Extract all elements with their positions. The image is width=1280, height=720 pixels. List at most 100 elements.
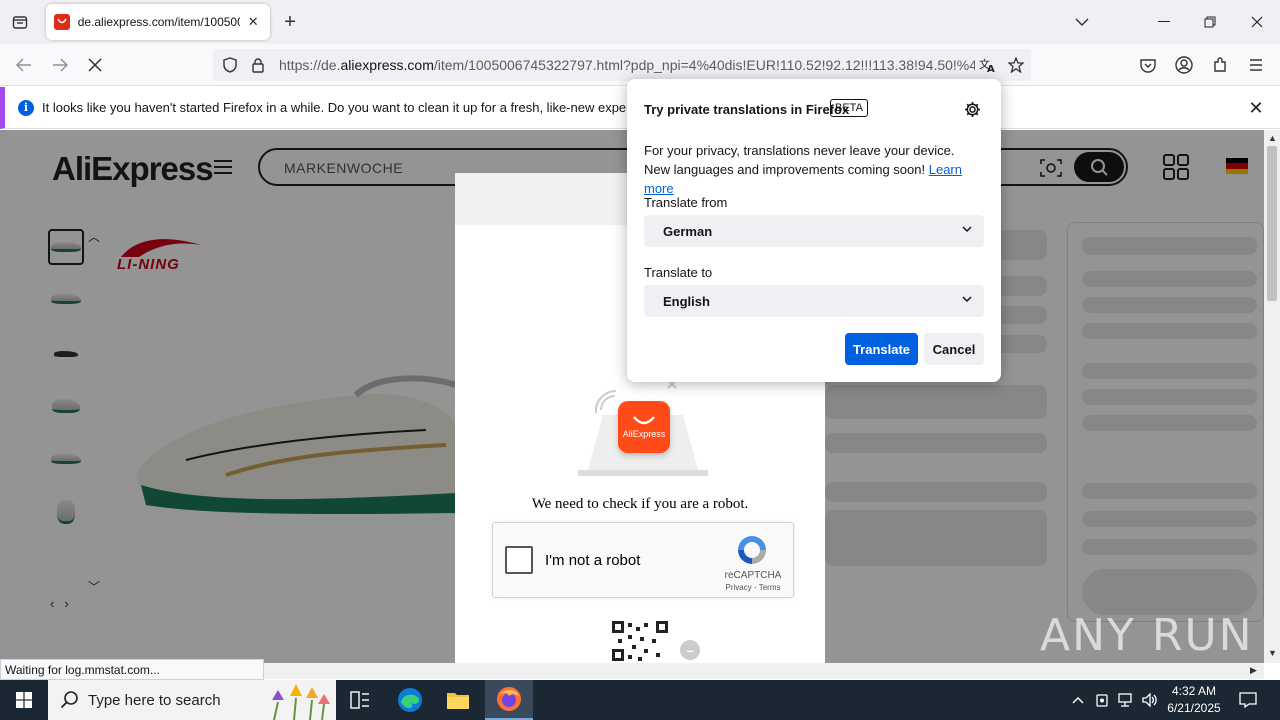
browser-tab[interactable]: de.aliexpress.com/item/100500 ✕ [46, 4, 270, 40]
info-icon: i [18, 99, 34, 116]
new-tab-icon[interactable]: + [280, 12, 300, 32]
chevron-down-icon[interactable]: ﹀ [88, 578, 100, 595]
qr-code-icon[interactable] [1163, 154, 1189, 180]
lock-icon[interactable] [247, 54, 269, 76]
task-view-icon[interactable] [336, 680, 384, 720]
product-shoe-image[interactable] [126, 365, 456, 515]
tab-bar: de.aliexpress.com/item/100500 ✕ + [0, 0, 1280, 44]
security-tray-icon[interactable] [1092, 690, 1112, 710]
url-text[interactable]: https://de.aliexpress.com/item/100500674… [279, 57, 975, 73]
chevron-right-icon[interactable]: › [64, 596, 78, 611]
chevron-up-icon[interactable]: ︿ [88, 228, 100, 245]
notification-center-icon[interactable] [1238, 690, 1258, 710]
vertical-scrollbar[interactable]: ▲ ▼ [1264, 130, 1280, 663]
logo-text: AliExpress [52, 150, 214, 187]
minus-icon[interactable]: – [680, 640, 700, 660]
translation-title: Try private translations in Firefox [644, 102, 850, 117]
extensions-icon[interactable] [1209, 54, 1231, 76]
thumbnail[interactable] [48, 441, 84, 477]
edge-browser-icon[interactable] [386, 680, 434, 720]
horizontal-scrollbar[interactable]: ▶ [264, 663, 1264, 679]
bookmark-star-icon[interactable] [1005, 54, 1027, 76]
shield-icon[interactable] [219, 54, 241, 76]
thumbnail[interactable] [48, 336, 84, 372]
german-flag-icon[interactable] [1226, 158, 1248, 174]
close-tab-icon[interactable]: ✕ [244, 13, 262, 31]
firefox-icon[interactable] [485, 680, 533, 720]
stop-loading-icon[interactable] [84, 54, 106, 76]
thumbnail[interactable] [48, 494, 84, 530]
network-icon[interactable] [1116, 690, 1136, 710]
hamburger-menu-icon[interactable] [214, 160, 232, 174]
scroll-up-icon[interactable]: ▲ [1268, 133, 1277, 143]
back-arrow-icon[interactable] [13, 54, 35, 76]
tab-title: de.aliexpress.com/item/100500 [77, 15, 241, 29]
translate-to-label: Translate to [644, 265, 713, 280]
thumbnail[interactable] [48, 281, 84, 317]
chevron-down-icon [962, 226, 972, 233]
taskbar-search-placeholder: Type here to search [88, 691, 221, 709]
close-window-icon[interactable] [1247, 12, 1267, 32]
thumbnail[interactable] [48, 229, 84, 265]
account-icon[interactable] [1173, 54, 1195, 76]
tulip-flowers-icon [272, 684, 330, 720]
translate-from-select[interactable]: German [644, 215, 984, 247]
skeleton-block [825, 433, 1047, 453]
chevron-down-icon[interactable] [1072, 12, 1092, 32]
url-path: /item/1005006745322797.html?pdp_npi=4%40… [433, 57, 975, 73]
recaptcha-links[interactable]: Privacy - Terms [713, 583, 793, 592]
firefox-view-icon[interactable] [8, 10, 32, 34]
recaptcha-brand: reCAPTCHA [724, 570, 782, 581]
file-explorer-icon[interactable] [434, 680, 482, 720]
app-icon-label: AliExpress [622, 429, 666, 439]
volume-icon[interactable] [1140, 690, 1160, 710]
system-clock[interactable]: 4:32 AM 6/21/2025 [1162, 683, 1226, 717]
robot-check-prompt: We need to check if you are a robot. [531, 496, 749, 512]
windows-start-icon[interactable] [0, 680, 48, 720]
recaptcha-widget: I'm not a robot reCAPTCHA Privacy - Term… [492, 522, 794, 598]
restore-icon[interactable] [1200, 12, 1220, 32]
gear-icon[interactable] [962, 99, 982, 119]
product-thumbnails: ︿ ﹀ [44, 226, 102, 610]
aliexpress-app-icon: AliExpress [618, 401, 670, 453]
brand-name: LI-NING [117, 256, 180, 273]
forward-arrow-icon[interactable] [49, 54, 71, 76]
translation-description: For your privacy, translations never lea… [644, 141, 974, 198]
svg-text:A: A [987, 64, 995, 73]
anyrun-watermark: ANY RUN [1040, 610, 1254, 661]
chevron-up-icon[interactable] [1068, 690, 1088, 710]
qr-code-image [610, 619, 670, 663]
chevron-left-icon[interactable]: ‹ [50, 596, 64, 611]
description-text: For your privacy, translations never lea… [644, 143, 955, 177]
url-bar[interactable]: https://de.aliexpress.com/item/100500674… [213, 49, 1031, 81]
thumbnail-pager: ‹› [50, 596, 79, 611]
camera-search-icon[interactable] [1040, 158, 1062, 178]
translate-from-value: German [663, 224, 713, 239]
search-button[interactable] [1074, 152, 1124, 182]
clock-time: 4:32 AM [1171, 684, 1217, 698]
status-bar: Waiting for log.mmstat.com... [0, 659, 264, 680]
url-domain: aliexpress.com [340, 57, 434, 73]
translate-button[interactable]: Translate [845, 333, 918, 365]
menu-icon[interactable] [1245, 54, 1267, 76]
pocket-icon[interactable] [1137, 54, 1159, 76]
aliexpress-logo[interactable]: AliExpress [52, 150, 214, 188]
thumbnail[interactable] [48, 388, 84, 424]
skeleton-block [825, 385, 1047, 419]
search-icon [1091, 159, 1108, 176]
scroll-down-icon[interactable]: ▼ [1268, 648, 1277, 658]
translation-panel: Try private translations in Firefox BETA… [627, 79, 1001, 382]
notification-text: It looks like you haven't started Firefo… [42, 100, 681, 115]
site-search-input[interactable]: MARKENWOCHE [284, 160, 403, 176]
cancel-button[interactable]: Cancel [924, 333, 984, 365]
translate-icon[interactable]: 文A [977, 54, 999, 76]
aliexpress-favicon-icon [54, 14, 70, 30]
minimize-icon[interactable] [1154, 12, 1174, 32]
close-notification-icon[interactable]: ✕ [1246, 98, 1266, 118]
scroll-right-icon[interactable]: ▶ [1250, 665, 1257, 676]
translate-to-select[interactable]: English [644, 285, 984, 317]
recaptcha-checkbox[interactable] [505, 546, 533, 574]
url-prefix: https://de. [279, 57, 341, 73]
scrollbar-thumb[interactable] [1267, 146, 1277, 301]
beta-badge: BETA [830, 99, 868, 117]
